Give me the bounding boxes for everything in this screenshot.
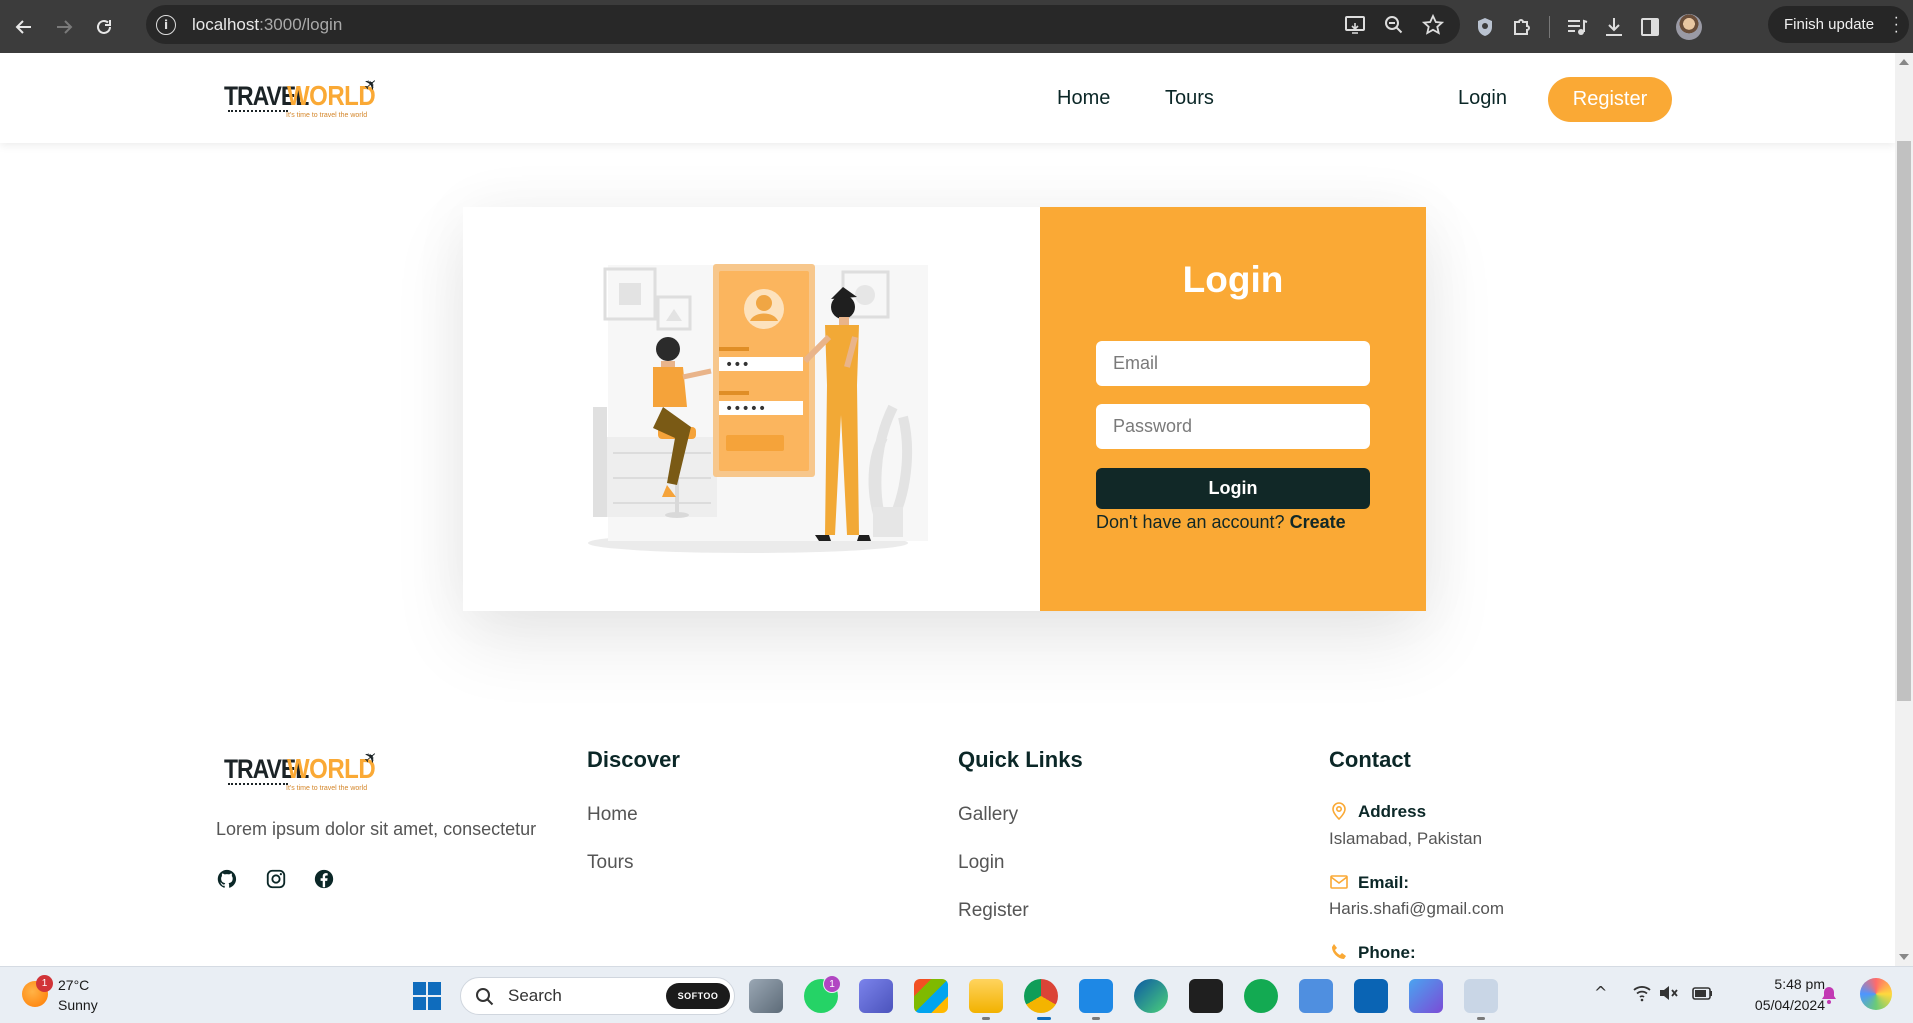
instagram-icon[interactable] bbox=[265, 868, 287, 890]
toolbar-separator bbox=[1549, 15, 1550, 38]
more-menu-icon[interactable]: · · · bbox=[1894, 10, 1899, 40]
url-text[interactable]: localhost:3000/login bbox=[192, 15, 342, 35]
copilot-icon[interactable] bbox=[1860, 978, 1892, 1010]
windows-taskbar: 1 27°C Sunny Search SOFTOO 1 ^ 5:48 pm 0… bbox=[0, 966, 1913, 1023]
footer-gallery-link[interactable]: Gallery bbox=[958, 804, 1018, 826]
download-icon[interactable] bbox=[1604, 16, 1624, 38]
vscode-icon[interactable] bbox=[1079, 979, 1113, 1013]
signup-prompt: Don't have an account? Create bbox=[1096, 512, 1346, 532]
notepad-icon[interactable] bbox=[1299, 979, 1333, 1013]
site-info-icon[interactable]: i bbox=[156, 14, 176, 35]
email-field[interactable] bbox=[1096, 341, 1370, 386]
battery-icon[interactable] bbox=[1692, 984, 1714, 1002]
svg-text:•••: ••• bbox=[725, 357, 750, 373]
media-control-icon[interactable] bbox=[1566, 17, 1588, 37]
nav-home-link[interactable]: Home bbox=[1057, 87, 1110, 110]
footer-tours-link[interactable]: Tours bbox=[587, 852, 633, 874]
weather-condition[interactable]: Sunny bbox=[58, 997, 98, 1013]
github-icon[interactable] bbox=[216, 868, 238, 890]
map-pin-icon bbox=[1332, 802, 1346, 820]
login-illustration: ••• ••••• bbox=[463, 207, 1040, 611]
zoom-icon[interactable] bbox=[1384, 15, 1404, 35]
power-automate-icon[interactable] bbox=[1409, 979, 1443, 1013]
bookmark-star-icon[interactable] bbox=[1422, 13, 1444, 36]
create-account-link[interactable]: Create bbox=[1290, 512, 1346, 532]
phone-icon bbox=[1332, 944, 1346, 959]
clock-date[interactable]: 05/04/2024 bbox=[1731, 997, 1825, 1013]
chrome-icon[interactable] bbox=[1024, 979, 1058, 1013]
task-view-icon[interactable] bbox=[749, 979, 783, 1013]
svg-text:•••••: ••••• bbox=[725, 401, 766, 417]
footer-logo[interactable]: TRAVEL WORLD It's time to travel the wor… bbox=[224, 746, 384, 798]
profile-avatar-icon[interactable] bbox=[1676, 13, 1702, 40]
notification-bell-icon[interactable] bbox=[1820, 985, 1838, 1005]
teams-icon[interactable] bbox=[859, 979, 893, 1013]
phone-label: Phone: bbox=[1358, 943, 1416, 962]
travel-world-logo[interactable]: TRAVEL WORLD It's time to travel the wor… bbox=[224, 73, 384, 125]
quick-links-heading: Quick Links bbox=[958, 747, 1083, 772]
forward-arrow-icon[interactable] bbox=[48, 11, 80, 43]
footer-register-link[interactable]: Register bbox=[958, 900, 1029, 922]
outlook-icon[interactable] bbox=[1354, 979, 1388, 1013]
wifi-icon[interactable] bbox=[1632, 984, 1652, 1002]
footer-login-link[interactable]: Login bbox=[958, 852, 1005, 874]
finish-update-button[interactable]: Finish update · · · bbox=[1768, 6, 1909, 43]
nav-tours-link[interactable]: Tours bbox=[1165, 87, 1214, 110]
extensions-puzzle-icon[interactable] bbox=[1511, 16, 1533, 38]
footer-description: Lorem ipsum dolor sit amet, consectetur bbox=[216, 819, 537, 839]
login-form-panel: Login Login Don't have an account? Creat… bbox=[1040, 207, 1426, 611]
cast-icon[interactable] bbox=[1344, 15, 1366, 35]
login-submit-button[interactable]: Login bbox=[1096, 468, 1370, 509]
browser-toolbar: i localhost:3000/login Finish update · · · bbox=[0, 0, 1913, 53]
address-value: Islamabad, Pakistan bbox=[1329, 829, 1483, 848]
side-panel-icon[interactable] bbox=[1640, 17, 1660, 37]
footer-home-link[interactable]: Home bbox=[587, 804, 638, 826]
scroll-up-arrow-icon[interactable] bbox=[1899, 59, 1909, 65]
snipping-tool-icon[interactable] bbox=[1464, 979, 1498, 1013]
header-register-button[interactable]: Register bbox=[1548, 77, 1672, 122]
web-page: TRAVEL WORLD It's time to travel the wor… bbox=[0, 53, 1895, 966]
reload-icon[interactable] bbox=[88, 11, 120, 43]
shield-extension-icon[interactable] bbox=[1475, 16, 1495, 38]
edge-icon[interactable] bbox=[1134, 979, 1168, 1013]
email-value: Haris.shafi@gmail.com bbox=[1329, 899, 1505, 918]
show-hidden-icons-chevron-icon[interactable]: ^ bbox=[1594, 983, 1607, 1002]
password-field[interactable] bbox=[1096, 404, 1370, 449]
windows-start-icon[interactable] bbox=[413, 982, 441, 1010]
terminal-icon[interactable] bbox=[1189, 979, 1223, 1013]
whatsapp-badge: 1 bbox=[823, 975, 841, 993]
softoo-brand-icon: SOFTOO bbox=[666, 983, 730, 1009]
contact-heading: Contact bbox=[1329, 747, 1411, 772]
scrollbar-thumb[interactable] bbox=[1897, 141, 1911, 701]
volume-muted-icon[interactable] bbox=[1658, 984, 1678, 1002]
back-arrow-icon[interactable] bbox=[8, 11, 40, 43]
page-scrollbar[interactable] bbox=[1895, 53, 1913, 966]
address-bar[interactable]: i localhost:3000/login bbox=[146, 5, 1460, 44]
header-login-link[interactable]: Login bbox=[1458, 87, 1507, 110]
mongodb-compass-icon[interactable] bbox=[1244, 979, 1278, 1013]
discover-heading: Discover bbox=[587, 747, 680, 772]
clock-time[interactable]: 5:48 pm bbox=[1755, 976, 1825, 992]
email-label: Email: bbox=[1358, 873, 1410, 892]
address-label: Address bbox=[1358, 802, 1427, 821]
scroll-down-arrow-icon[interactable] bbox=[1899, 954, 1909, 960]
login-title: Login bbox=[1182, 259, 1284, 300]
mail-icon bbox=[1330, 875, 1348, 889]
file-explorer-icon[interactable] bbox=[969, 979, 1003, 1013]
login-card: ••• ••••• Login Email Login Don't have a… bbox=[463, 207, 1426, 611]
taskbar-search-box[interactable]: Search SOFTOO bbox=[460, 977, 735, 1015]
weather-temperature[interactable]: 27°C bbox=[58, 977, 89, 993]
microsoft-store-icon[interactable] bbox=[914, 979, 948, 1013]
site-header: TRAVEL WORLD It's time to travel the wor… bbox=[0, 53, 1895, 143]
weather-badge: 1 bbox=[36, 975, 53, 992]
search-icon bbox=[476, 988, 494, 1006]
facebook-icon[interactable] bbox=[313, 868, 335, 890]
